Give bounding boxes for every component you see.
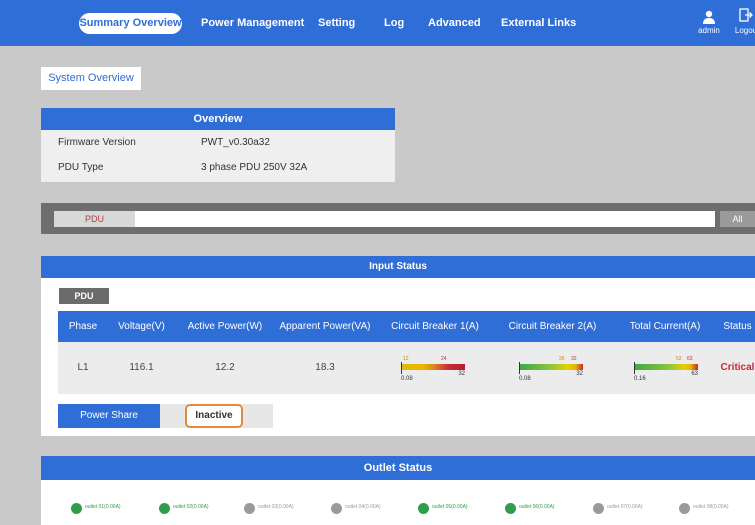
pdu-tab[interactable]: PDU	[54, 211, 135, 227]
total-current-hi: 63	[691, 371, 698, 377]
breaker-1-gauge: 12 24 32 0.08	[401, 356, 465, 382]
apparent-power-value: 18.3	[315, 362, 335, 373]
nav-power-management[interactable]: Power Management	[201, 17, 304, 29]
header-voltage: Voltage(V)	[118, 321, 165, 332]
header-total-current: Total Current(A)	[629, 321, 701, 332]
breaker-2-mark-b: 32	[571, 356, 577, 362]
voltage-value: 116.1	[129, 362, 154, 373]
total-current-pointer	[634, 362, 635, 374]
total-mark-a: 52	[676, 356, 682, 362]
outlet-label: outlet 01(0.00A)	[85, 504, 121, 510]
breaker-2-hi: 32	[576, 371, 583, 377]
logout-icon	[739, 8, 753, 22]
breaker-1-hi: 32	[458, 371, 465, 377]
nav-summary-overview[interactable]: Summary Overview	[79, 13, 182, 34]
user-label: admin	[698, 26, 720, 35]
header-active-power: Active Power(W)	[187, 321, 263, 332]
active-power-value: 12.2	[215, 362, 235, 373]
outlet-status-panel: outlet 01(0.00A) outlet 02(0.00A) outlet…	[41, 480, 755, 525]
input-table-header: Phase Voltage(V) Active Power(W) Apparen…	[58, 311, 755, 342]
firmware-label: Firmware Version	[58, 137, 136, 148]
header-breaker-1: Circuit Breaker 1(A)	[391, 321, 479, 332]
breaker-2-pointer	[519, 362, 520, 374]
outlet-power-icon	[71, 503, 82, 514]
pdu-tag: PDU	[59, 288, 109, 304]
input-status-title: Input Status	[41, 256, 755, 278]
breaker-1-mark-a: 12	[403, 356, 409, 362]
overview-title: Overview	[41, 108, 395, 130]
power-share-control: Inactive	[160, 404, 273, 428]
top-navigation-bar: Summary Overview Power Management Settin…	[0, 0, 755, 46]
header-status: Status	[723, 321, 752, 332]
pdu-all-button[interactable]: All	[720, 211, 755, 227]
power-share-toggle[interactable]: Inactive	[185, 404, 243, 428]
outlet-power-icon	[505, 503, 516, 514]
input-status-panel: PDU Phase Voltage(V) Active Power(W) App…	[41, 278, 755, 436]
header-breaker-2: Circuit Breaker 2(A)	[508, 321, 597, 332]
header-phase: Phase	[68, 321, 98, 332]
outlet-power-icon	[331, 503, 342, 514]
pdu-selector-track[interactable]	[135, 211, 715, 227]
nav-setting[interactable]: Setting	[318, 17, 355, 29]
tab-system-overview[interactable]: System Overview	[41, 67, 141, 90]
overview-row-firmware: Firmware Version PWT_v0.30a32	[41, 130, 395, 155]
overview-row-pdu-type: PDU Type 3 phase PDU 250V 32A	[41, 155, 395, 182]
breaker-2-gauge: 26 32 32 0.08	[519, 356, 583, 382]
header-apparent-power: Apparent Power(VA)	[279, 321, 371, 332]
outlet-power-icon	[679, 503, 690, 514]
pdu-type-value: 3 phase PDU 250V 32A	[201, 162, 308, 173]
status-value: Critical	[720, 362, 755, 373]
total-current-min: 0.16	[634, 376, 646, 382]
logout-label: Logou	[734, 26, 755, 35]
outlet-label: outlet 05(0.00A)	[432, 504, 468, 510]
total-current-bar	[634, 364, 698, 370]
nav-external-links[interactable]: External Links	[501, 17, 576, 29]
breaker-1-mark-b: 24	[441, 356, 447, 362]
outlet-power-icon	[418, 503, 429, 514]
power-share-label: Power Share	[58, 404, 160, 428]
breaker-1-pointer	[401, 362, 402, 374]
total-mark-b: 63	[687, 356, 693, 362]
outlet-label: outlet 07(0.00A)	[607, 504, 643, 510]
phase-value: L1	[77, 362, 89, 373]
breaker-1-min: 0.08	[401, 376, 413, 382]
outlet-power-icon	[593, 503, 604, 514]
nav-log[interactable]: Log	[384, 17, 404, 29]
outlet-power-icon	[159, 503, 170, 514]
total-current-gauge: 52 63 63 0.16	[634, 356, 698, 382]
outlet-label: outlet 02(0.00A)	[173, 504, 209, 510]
user-menu[interactable]: admin	[697, 10, 721, 35]
table-row: L1 116.1 12.2 18.3 12 24 32 0.08 26 32 3…	[58, 342, 755, 394]
breaker-1-bar	[401, 364, 465, 370]
outlet-status-title: Outlet Status	[41, 456, 755, 480]
outlet-label: outlet 06(0.00A)	[519, 504, 555, 510]
logout-button[interactable]: Logou	[734, 8, 755, 35]
nav-advanced[interactable]: Advanced	[428, 17, 481, 29]
pdu-selector-bar: PDU All	[41, 203, 755, 234]
breaker-2-bar	[519, 364, 583, 370]
outlet-label: outlet 04(0.00A)	[345, 504, 381, 510]
user-icon	[703, 10, 715, 24]
outlet-power-icon	[244, 503, 255, 514]
breaker-2-mark-a: 26	[559, 356, 565, 362]
pdu-type-label: PDU Type	[58, 162, 104, 173]
firmware-value: PWT_v0.30a32	[201, 137, 270, 148]
breaker-2-min: 0.08	[519, 376, 531, 382]
outlet-label: outlet 08(0.00A)	[693, 504, 729, 510]
outlet-label: outlet 03(0.00A)	[258, 504, 294, 510]
